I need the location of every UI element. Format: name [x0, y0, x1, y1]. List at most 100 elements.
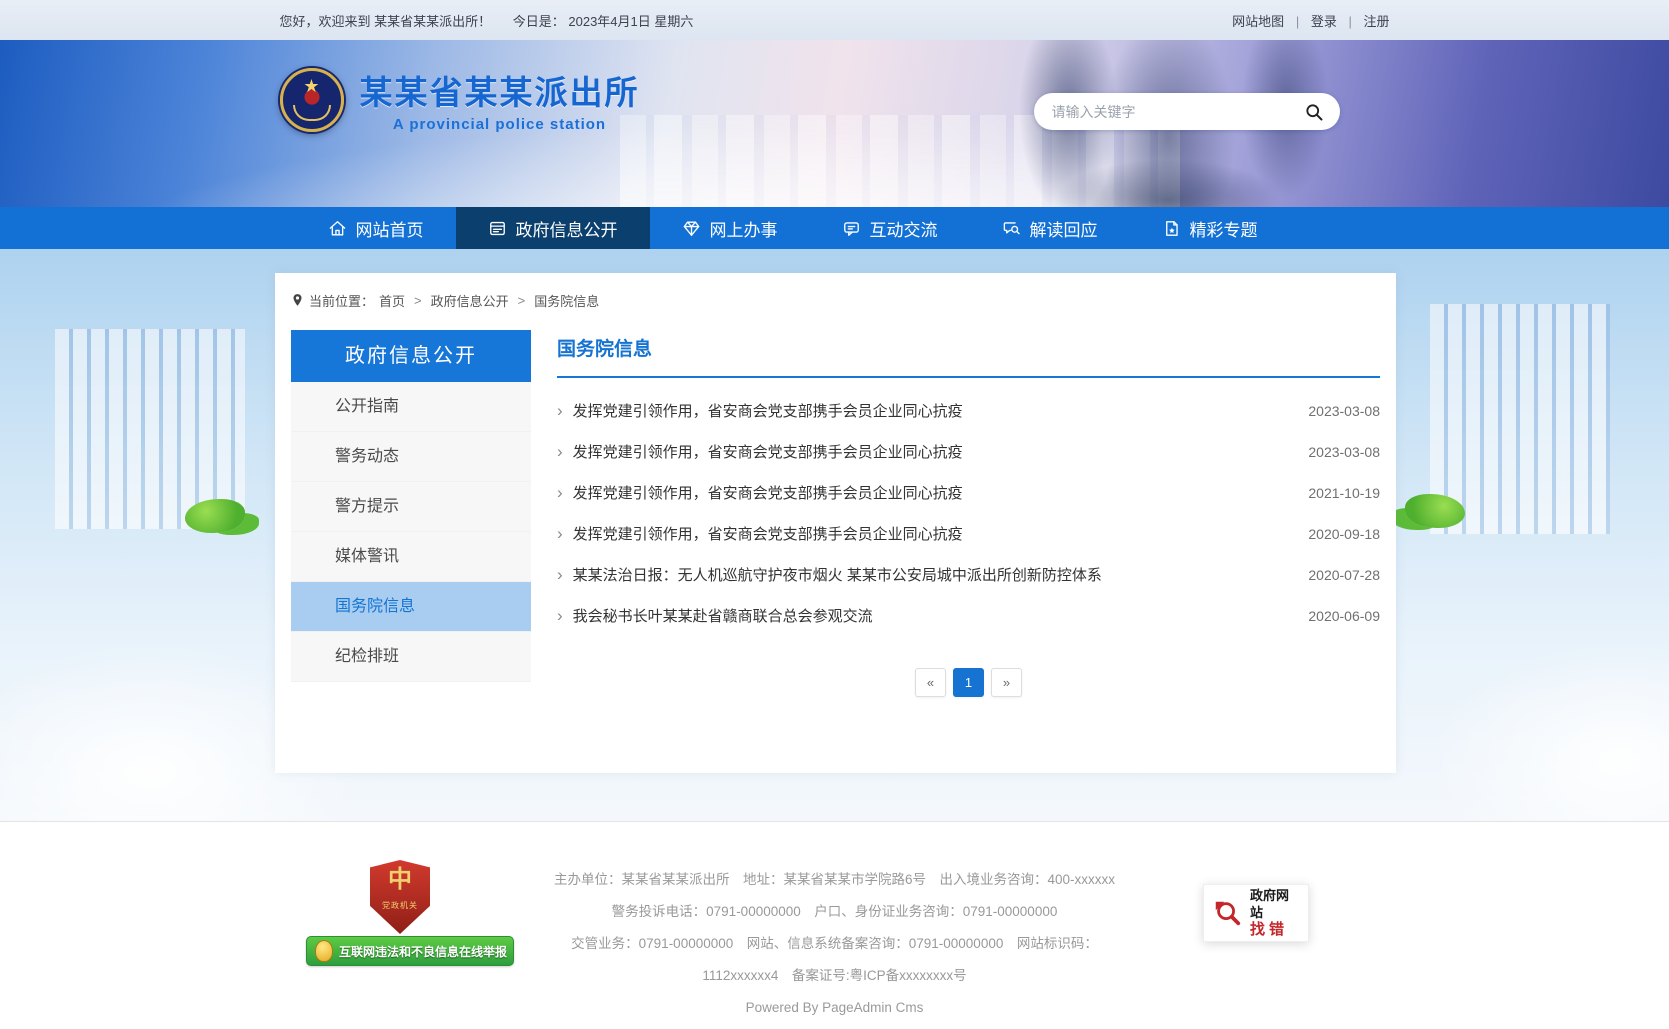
online-services-icon: [682, 219, 701, 238]
home-icon: [328, 219, 347, 238]
gov-emblem-icon: 中: [370, 860, 430, 900]
chevron-right-icon: ›: [557, 484, 563, 501]
interaction-chat-icon: [842, 219, 861, 238]
sitemap-link[interactable]: 网站地图: [1232, 14, 1284, 29]
building-decoration-right: [1430, 304, 1610, 534]
nav-item-online-services[interactable]: 网上办事: [650, 207, 810, 249]
site-banner: 某某省某某派出所 A provincial police station: [0, 40, 1669, 207]
page-title: 国务院信息: [557, 334, 1380, 378]
breadcrumb-current: 国务院信息: [534, 291, 599, 310]
footer-line: 1112xxxxxx4 备案证号:粤ICP备xxxxxxxx号: [405, 960, 1265, 992]
breadcrumb-home-link[interactable]: 首页: [379, 291, 405, 310]
nav-item-info-disclosure[interactable]: 政府信息公开: [456, 207, 650, 249]
footer: 中 党政机关 互联网违法和不良信息在线举报 主办单位：某某省某某派出所 地址：某…: [0, 821, 1669, 1029]
login-link[interactable]: 登录: [1311, 14, 1337, 29]
main-navigation: 网站首页 政府信息公开 网上办事 互动交流: [0, 207, 1669, 249]
chevron-right-icon: ›: [557, 566, 563, 583]
nav-label: 互动交流: [870, 216, 938, 241]
police-badge-icon: [280, 68, 344, 132]
sidebar-item-discipline-roster[interactable]: 纪检排班: [291, 632, 531, 682]
article-list: › 发挥党建引领作用，省安商会党支部携手会员企业同心抗疫 2023-03-08 …: [557, 390, 1380, 636]
sidebar: 政府信息公开 公开指南 警务动态 警方提示 媒体警讯 国务院信息 纪检排班: [291, 330, 531, 697]
breadcrumb-section-link[interactable]: 政府信息公开: [431, 291, 509, 310]
sidebar-item-state-council-info[interactable]: 国务院信息: [291, 582, 531, 632]
site-title-block: 某某省某某派出所 A provincial police station: [360, 66, 640, 133]
nav-label: 政府信息公开: [516, 216, 618, 241]
error-finder-magnifier-icon: [1212, 898, 1242, 928]
content-panel: 当前位置： 首页 > 政府信息公开 > 国务院信息 政府信息公开 公开指南 警务…: [275, 273, 1396, 773]
article-row[interactable]: › 发挥党建引领作用，省安商会党支部携手会员企业同心抗疫 2023-03-08: [557, 390, 1380, 431]
site-name: 某某省某某派出所: [360, 66, 640, 114]
search-box: [1034, 93, 1340, 130]
today-label: 今日是：: [513, 14, 565, 29]
nav-item-interpretation[interactable]: 解读回应: [970, 207, 1130, 249]
footer-line: 警务投诉电话：0791-00000000 户口、身份证业务咨询：0791-000…: [405, 896, 1265, 928]
article-date: 2020-07-28: [1308, 567, 1380, 583]
pagination-next-button[interactable]: »: [991, 668, 1022, 697]
sidebar-title: 政府信息公开: [291, 330, 531, 382]
nav-item-home[interactable]: 网站首页: [296, 207, 456, 249]
illegal-content-report-banner[interactable]: 互联网违法和不良信息在线举报: [306, 936, 514, 966]
top-links: 网站地图 | 登录 | 注册: [1232, 11, 1389, 30]
chevron-right-icon: ›: [557, 607, 563, 624]
nav-item-interaction[interactable]: 互动交流: [810, 207, 970, 249]
error-card-text: 政府网站 找错: [1250, 887, 1300, 939]
sidebar-item-media-alerts[interactable]: 媒体警讯: [291, 532, 531, 582]
pagination-page-1[interactable]: 1: [953, 668, 984, 697]
search-icon: [1304, 102, 1324, 122]
article-date: 2023-03-08: [1308, 444, 1380, 460]
website-error-report-widget[interactable]: 政府网站 找错: [1203, 884, 1309, 942]
article-title: 发挥党建引领作用，省安商会党支部携手会员企业同心抗疫: [573, 441, 963, 462]
topics-icon: [1162, 219, 1181, 238]
error-card-line1: 政府网站: [1250, 887, 1300, 921]
chevron-right-icon: ›: [557, 525, 563, 542]
pagination-prev-button[interactable]: «: [915, 668, 946, 697]
interpretation-icon: [1002, 219, 1021, 238]
footer-info: 主办单位：某某省某某派出所 地址：某某省某某市学院路6号 出入境业务咨询：400…: [405, 822, 1265, 1024]
top-utility-bar: 您好，欢迎来到 某某省某某派出所！ 今日是： 2023年4月1日 星期六 网站地…: [0, 0, 1669, 40]
link-separator: |: [1296, 14, 1299, 29]
breadcrumb-separator: >: [414, 293, 422, 308]
article-date: 2021-10-19: [1308, 485, 1380, 501]
article-date: 2020-06-09: [1308, 608, 1380, 624]
article-title: 某某法治日报：无人机巡航守护夜市烟火 某某市公安局城中派出所创新防控体系: [573, 564, 1102, 585]
pagination: « 1 »: [557, 668, 1380, 697]
site-logo[interactable]: 某某省某某派出所 A provincial police station: [280, 66, 640, 133]
article-row[interactable]: › 某某法治日报：无人机巡航守护夜市烟火 某某市公安局城中派出所创新防控体系 2…: [557, 554, 1380, 595]
footer-line: 交管业务：0791-00000000 网站、信息系统备案咨询：0791-0000…: [405, 928, 1265, 960]
article-row[interactable]: › 发挥党建引领作用，省安商会党支部携手会员企业同心抗疫 2023-03-08: [557, 431, 1380, 472]
article-date: 2020-09-18: [1308, 526, 1380, 542]
sidebar-item-police-news[interactable]: 警务动态: [291, 432, 531, 482]
register-link[interactable]: 注册: [1363, 14, 1389, 29]
nav-label: 解读回应: [1030, 216, 1098, 241]
breadcrumb-label: 当前位置：: [309, 291, 374, 310]
search-input[interactable]: [1052, 104, 1300, 120]
nav-label: 网站首页: [356, 216, 424, 241]
article-title: 我会秘书长叶某某赴省赣商联合总会参观交流: [573, 605, 873, 626]
nav-label: 网上办事: [710, 216, 778, 241]
search-button[interactable]: [1300, 98, 1328, 126]
chevron-right-icon: ›: [557, 402, 563, 419]
page-background: 当前位置： 首页 > 政府信息公开 > 国务院信息 政府信息公开 公开指南 警务…: [0, 249, 1669, 821]
bell-icon: [315, 940, 333, 962]
article-row[interactable]: › 发挥党建引领作用，省安商会党支部携手会员企业同心抗疫 2021-10-19: [557, 472, 1380, 513]
article-title: 发挥党建引领作用，省安商会党支部携手会员企业同心抗疫: [573, 400, 963, 421]
powered-by-text: Powered By PageAdmin Cms: [405, 992, 1265, 1024]
article-row[interactable]: › 我会秘书长叶某某赴省赣商联合总会参观交流 2020-06-09: [557, 595, 1380, 636]
info-disclosure-icon: [488, 219, 507, 238]
location-pin-icon: [291, 293, 304, 308]
gov-emblem-label: 党政机关: [370, 900, 430, 911]
site-subtitle: A provincial police station: [360, 116, 640, 133]
link-separator: |: [1348, 14, 1351, 29]
footer-line: 主办单位：某某省某某派出所 地址：某某省某某市学院路6号 出入境业务咨询：400…: [405, 864, 1265, 896]
article-title: 发挥党建引领作用，省安商会党支部携手会员企业同心抗疫: [573, 482, 963, 503]
sidebar-item-police-tips[interactable]: 警方提示: [291, 482, 531, 532]
nav-item-topics[interactable]: 精彩专题: [1130, 207, 1290, 249]
breadcrumb: 当前位置： 首页 > 政府信息公开 > 国务院信息: [275, 273, 1396, 322]
article-title: 发挥党建引领作用，省安商会党支部携手会员企业同心抗疫: [573, 523, 963, 544]
article-row[interactable]: › 发挥党建引领作用，省安商会党支部携手会员企业同心抗疫 2020-09-18: [557, 513, 1380, 554]
sidebar-item-open-guide[interactable]: 公开指南: [291, 382, 531, 432]
welcome-text: 您好，欢迎来到 某某省某某派出所！ 今日是： 2023年4月1日 星期六: [280, 11, 694, 30]
nav-label: 精彩专题: [1190, 216, 1258, 241]
article-list-section: 国务院信息 › 发挥党建引领作用，省安商会党支部携手会员企业同心抗疫 2023-…: [557, 330, 1380, 697]
